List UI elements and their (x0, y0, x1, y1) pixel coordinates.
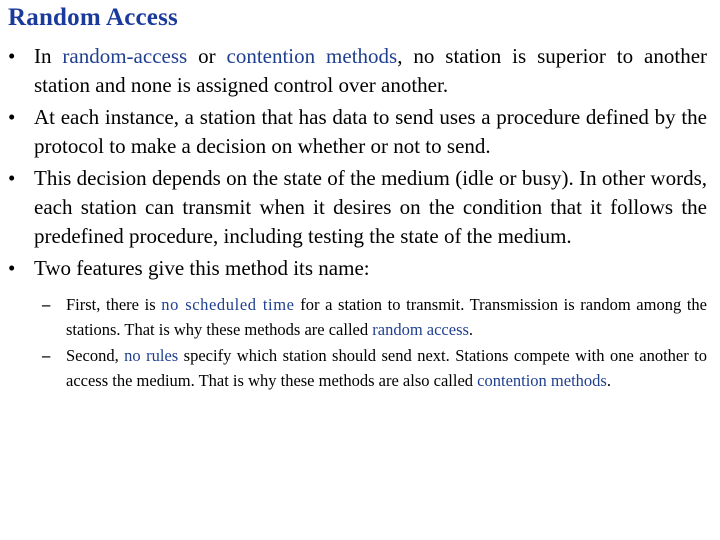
bullet-text: Two features give this method its name: (34, 256, 370, 280)
bullet-item: In random-access or contention methods, … (8, 42, 707, 100)
sub-bullet-text: . (606, 370, 611, 390)
bullet-text: In (34, 44, 63, 68)
bullet-item: Two features give this method its name: (8, 254, 707, 283)
sub-bullet-text: First, there is (66, 295, 162, 314)
sub-bullet-item: First, there is no scheduled time for a … (42, 293, 707, 342)
sub-bullet-list: First, there is no scheduled time for a … (0, 293, 720, 393)
highlighted-term: no scheduled time (161, 295, 295, 314)
bullet-item: This decision depends on the state of th… (8, 164, 707, 251)
slide-title: Random Access (8, 4, 178, 31)
bullet-list: In random-access or contention methods, … (0, 42, 720, 395)
sub-bullet-text: Second, (66, 346, 125, 365)
highlighted-term: random-access (62, 44, 188, 68)
sub-bullet-text: . (468, 319, 474, 339)
bullet-text: or (187, 44, 227, 68)
highlighted-term: contention methods (477, 370, 607, 390)
highlighted-term: contention methods (226, 44, 398, 68)
sub-bullet-item: Second, no rules specify which station s… (42, 344, 707, 393)
bullet-text: This decision depends on the state of th… (34, 166, 707, 248)
bullet-text: At each instance, a station that has dat… (34, 105, 707, 158)
bullet-item: At each instance, a station that has dat… (8, 103, 707, 161)
highlighted-term: random access (372, 319, 469, 339)
highlighted-term: no rules (124, 346, 179, 365)
